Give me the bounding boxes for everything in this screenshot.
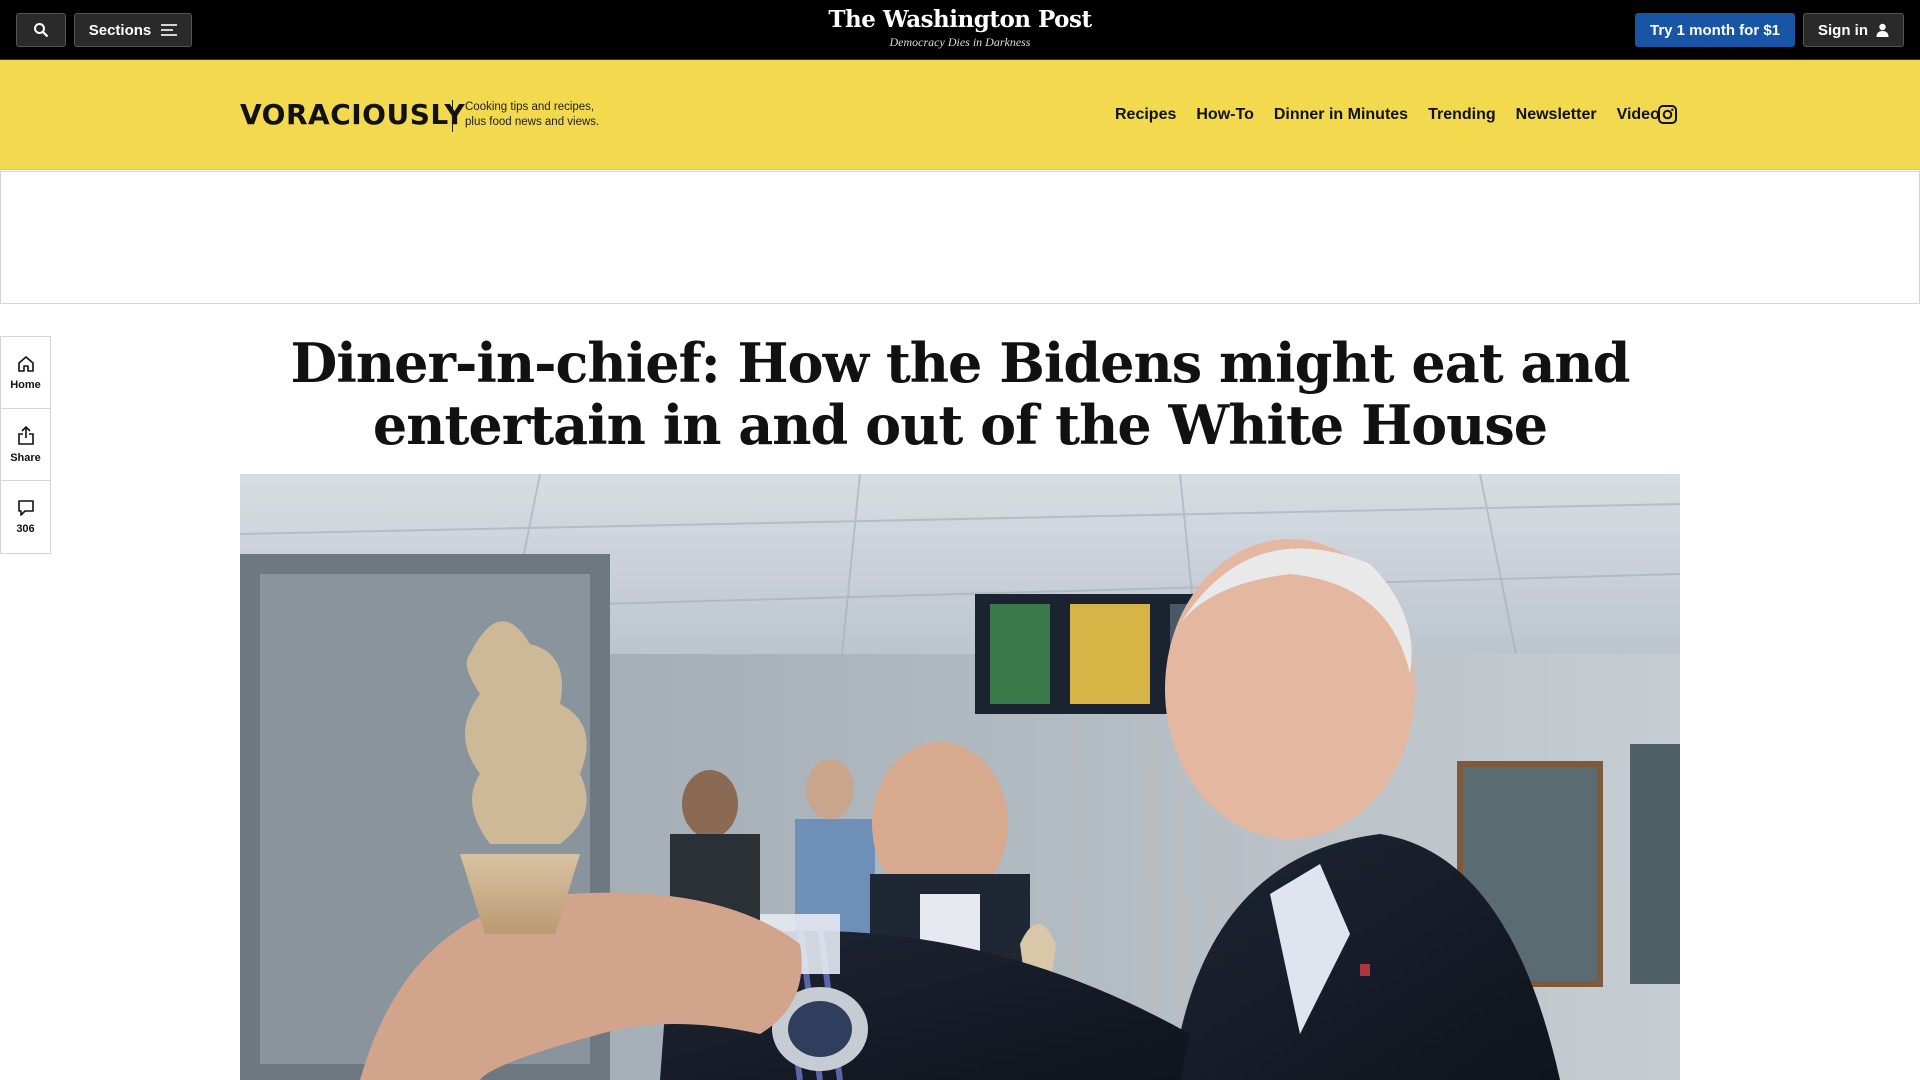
- rail-share-label: Share: [10, 451, 41, 464]
- comment-icon: [17, 500, 34, 516]
- home-icon: [17, 355, 34, 372]
- left-rail: Home Share 306: [0, 336, 51, 554]
- hero-photo-illustration: [240, 474, 1680, 1080]
- search-button[interactable]: [16, 13, 66, 47]
- search-icon: [34, 23, 49, 38]
- logo-divider: [452, 100, 453, 132]
- rail-comments-button[interactable]: 306: [1, 481, 50, 553]
- menu-icon: [161, 24, 178, 36]
- section-header: VORACIOUSLY Cooking tips and recipes, pl…: [0, 60, 1920, 170]
- ad-slot: [0, 171, 1920, 304]
- rail-share-button[interactable]: Share: [1, 409, 50, 481]
- instagram-icon[interactable]: [1658, 105, 1677, 124]
- sign-in-label: Sign in: [1818, 21, 1868, 39]
- nav-video[interactable]: Video: [1617, 106, 1660, 124]
- sections-label: Sections: [88, 21, 152, 39]
- rail-comments-count: 306: [16, 523, 35, 535]
- sign-in-button[interactable]: Sign in: [1803, 13, 1904, 47]
- sections-button[interactable]: Sections: [74, 13, 192, 47]
- share-icon: [17, 425, 34, 445]
- hero-photo: [240, 474, 1680, 1080]
- article-headline: Diner-in-chief: How the Bidens might eat…: [290, 331, 1631, 457]
- nav-dinner-in-minutes[interactable]: Dinner in Minutes: [1274, 106, 1408, 124]
- nav-newsletter[interactable]: Newsletter: [1516, 106, 1597, 124]
- section-tagline: Cooking tips and recipes, plus food news…: [465, 100, 625, 130]
- nav-recipes[interactable]: Recipes: [1115, 106, 1176, 124]
- user-icon: [1876, 23, 1889, 37]
- subscribe-button[interactable]: Try 1 month for $1: [1635, 13, 1795, 47]
- masthead[interactable]: The Washington Post Democracy Dies in Da…: [760, 6, 1160, 50]
- top-navigation-bar: Sections The Washington Post Democracy D…: [0, 0, 1920, 60]
- nav-how-to[interactable]: How-To: [1196, 106, 1253, 124]
- rail-home-button[interactable]: Home: [1, 337, 50, 409]
- tagline-line-1: Cooking tips and recipes,: [465, 101, 595, 113]
- masthead-logo[interactable]: The Washington Post: [760, 6, 1160, 33]
- masthead-tagline: Democracy Dies in Darkness: [889, 35, 1031, 49]
- section-nav: Recipes How-To Dinner in Minutes Trendin…: [1115, 106, 1660, 124]
- voraciously-logo[interactable]: VORACIOUSLY: [240, 98, 465, 131]
- rail-home-label: Home: [10, 378, 41, 391]
- nav-trending[interactable]: Trending: [1428, 106, 1496, 124]
- tagline-line-2: plus food news and views.: [465, 116, 600, 128]
